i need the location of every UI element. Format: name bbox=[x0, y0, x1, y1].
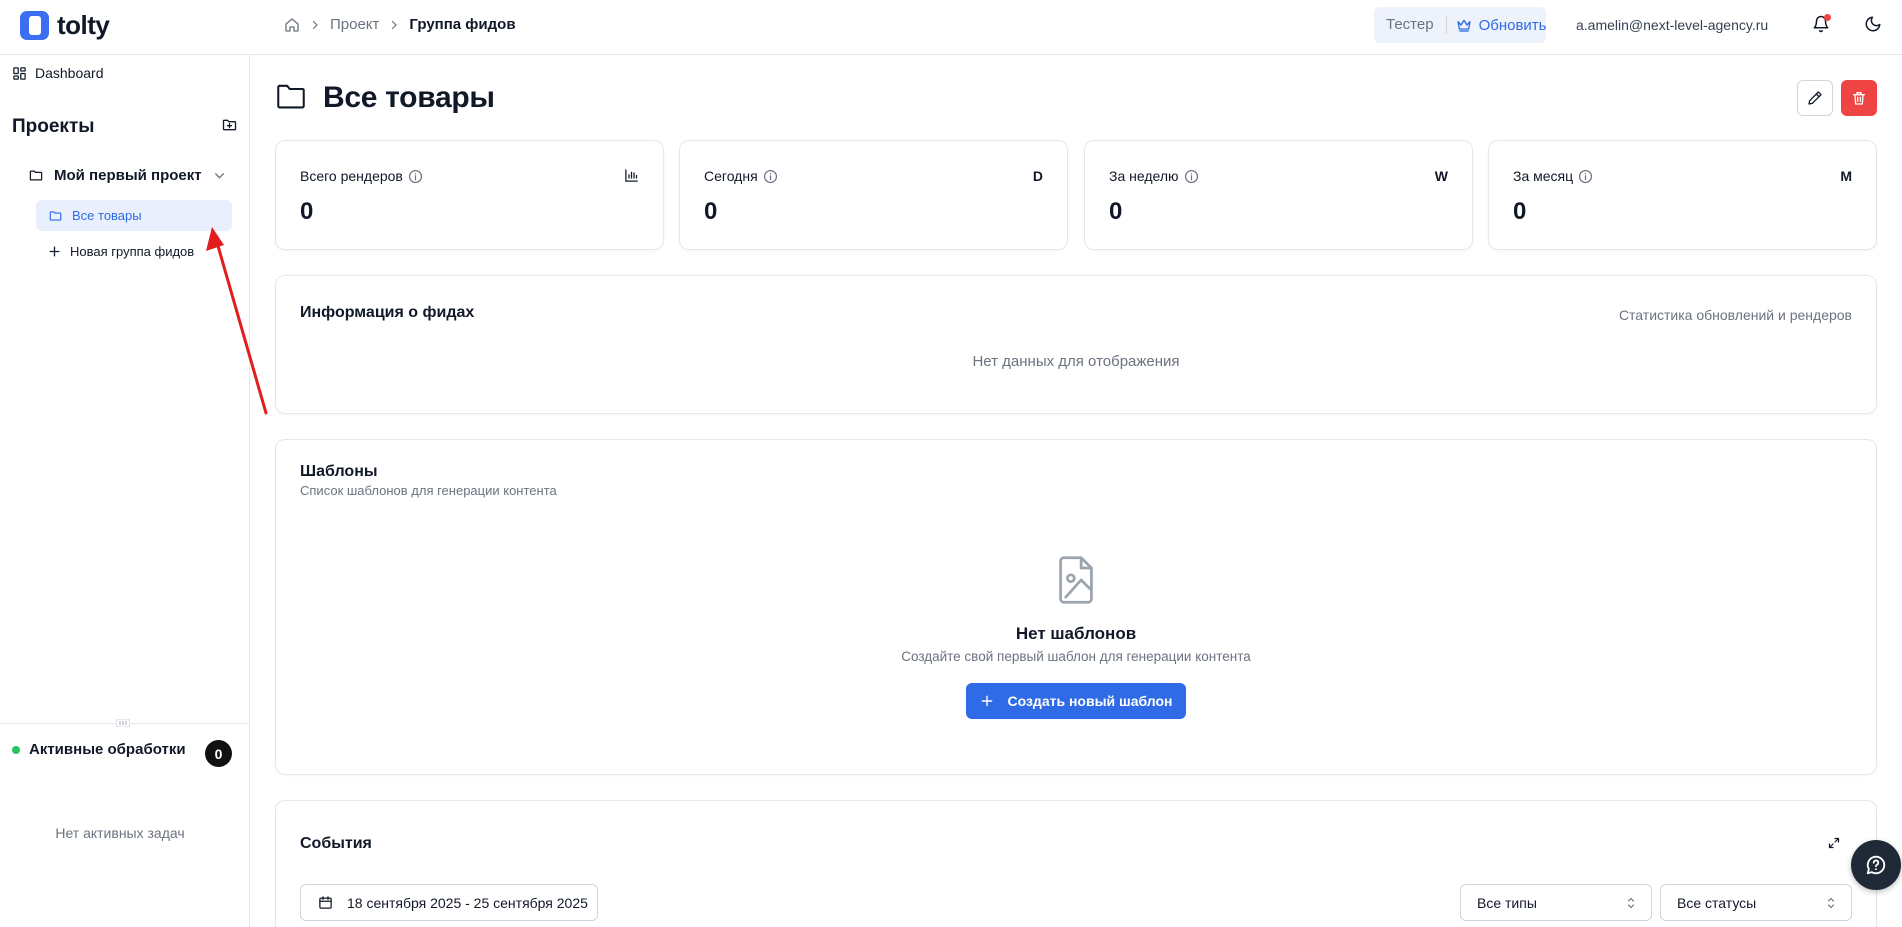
active-tasks-header: Активные обработки bbox=[12, 741, 186, 758]
chevron-right-icon bbox=[388, 19, 400, 31]
folder-icon bbox=[28, 168, 44, 183]
templates-card: Шаблоны Список шаблонов для генерации ко… bbox=[275, 439, 1877, 775]
period-badge: M bbox=[1840, 168, 1852, 184]
stat-value: 0 bbox=[1513, 198, 1527, 225]
chevrons-up-down-icon bbox=[1825, 896, 1837, 910]
templates-title: Шаблоны bbox=[300, 463, 378, 480]
chat-help-icon bbox=[1865, 854, 1887, 876]
templates-empty-title: Нет шаблонов bbox=[1015, 624, 1137, 643]
period-badge: W bbox=[1434, 168, 1448, 184]
sidebar-project[interactable]: Мой первый проект bbox=[28, 167, 226, 184]
pencil-icon bbox=[1807, 90, 1823, 106]
stat-card-today: Сегодня D 0 bbox=[679, 140, 1068, 250]
stat-label-text: За неделю bbox=[1109, 168, 1179, 184]
plus-icon bbox=[980, 694, 994, 708]
stat-label: Всего рендеров bbox=[300, 168, 423, 184]
chevron-down-icon[interactable] bbox=[213, 169, 226, 182]
trash-icon bbox=[1851, 90, 1867, 106]
user-email[interactable]: a.amelin@next-level-agency.ru bbox=[1576, 17, 1768, 33]
top-bar: tolty Проект Группа фидов Тестер Обновит… bbox=[0, 0, 1902, 55]
stat-label-text: Всего рендеров bbox=[300, 168, 403, 184]
events-card: События 18 сентября 2025 - 25 сентября 2… bbox=[275, 800, 1877, 927]
upgrade-button[interactable]: Обновить bbox=[1447, 16, 1547, 34]
home-icon[interactable] bbox=[284, 17, 300, 33]
status-filter-value: Все статусы bbox=[1677, 894, 1757, 911]
date-range-label: 18 сентября 2025 - 25 сентября 2025 bbox=[347, 894, 588, 911]
feeds-info-empty: Нет данных для отображения bbox=[972, 353, 1180, 370]
active-tasks-label: Активные обработки bbox=[29, 741, 186, 758]
stat-value: 0 bbox=[300, 198, 314, 225]
group-label: Все товары bbox=[72, 208, 142, 223]
folder-icon bbox=[48, 209, 63, 223]
stat-card-week: За неделю W 0 bbox=[1084, 140, 1473, 250]
info-icon[interactable] bbox=[1184, 169, 1199, 184]
create-template-button[interactable]: Создать новый шаблон bbox=[966, 683, 1186, 719]
dashboard-label: Dashboard bbox=[35, 65, 104, 81]
period-badge: D bbox=[1032, 168, 1043, 184]
no-tasks-label: Нет активных задач bbox=[55, 825, 185, 841]
type-filter-value: Все типы bbox=[1477, 894, 1537, 911]
resize-handle-icon[interactable] bbox=[116, 719, 130, 727]
projects-title: Проекты bbox=[12, 116, 95, 137]
app-name: tolty bbox=[57, 10, 110, 40]
expand-icon[interactable] bbox=[1828, 837, 1840, 849]
new-group-button[interactable]: Новая группа фидов bbox=[48, 244, 194, 259]
chevrons-up-down-icon bbox=[1625, 896, 1637, 910]
sidebar-item-dashboard[interactable]: Dashboard bbox=[12, 65, 104, 81]
plan-label: Тестер bbox=[1374, 16, 1447, 34]
feeds-info-title: Информация о фидах bbox=[300, 304, 475, 321]
stat-label: За неделю bbox=[1109, 168, 1199, 184]
stat-card-total: Всего рендеров 0 bbox=[275, 140, 664, 250]
notification-dot bbox=[1824, 14, 1831, 21]
info-icon[interactable] bbox=[1578, 169, 1593, 184]
info-icon[interactable] bbox=[408, 169, 423, 184]
active-tasks-count: 0 bbox=[205, 740, 232, 767]
app-logo[interactable]: tolty bbox=[20, 10, 110, 41]
folder-icon bbox=[275, 82, 307, 110]
breadcrumb: Проект Группа фидов bbox=[284, 16, 516, 33]
breadcrumb-current: Группа фидов bbox=[409, 16, 516, 33]
date-range-picker[interactable]: 18 сентября 2025 - 25 сентября 2025 bbox=[300, 884, 598, 921]
info-icon[interactable] bbox=[763, 169, 778, 184]
events-title: События bbox=[300, 835, 372, 852]
status-dot bbox=[12, 745, 20, 754]
calendar-icon bbox=[318, 895, 333, 910]
file-image-icon bbox=[1055, 556, 1097, 604]
stat-label: За месяц bbox=[1513, 168, 1593, 184]
upgrade-label: Обновить bbox=[1478, 16, 1547, 34]
folder-plus-icon[interactable] bbox=[221, 117, 238, 133]
chevron-right-icon bbox=[309, 19, 321, 31]
delete-button[interactable] bbox=[1841, 80, 1877, 116]
sidebar: Dashboard Проекты Мой первый проект Все … bbox=[0, 55, 250, 927]
breadcrumb-project[interactable]: Проект bbox=[330, 16, 379, 33]
help-chat-button[interactable] bbox=[1851, 840, 1901, 890]
stat-label: Сегодня bbox=[704, 168, 778, 184]
project-name: Мой первый проект bbox=[54, 167, 202, 184]
status-filter-select[interactable]: Все статусы bbox=[1660, 884, 1852, 921]
edit-button[interactable] bbox=[1797, 80, 1833, 116]
stat-card-month: За месяц M 0 bbox=[1488, 140, 1877, 250]
stat-value: 0 bbox=[1109, 198, 1123, 225]
feeds-info-card: Информация о фидах Статистика обновлений… bbox=[275, 275, 1877, 414]
plus-icon bbox=[48, 245, 61, 258]
stat-value: 0 bbox=[704, 198, 718, 225]
page-title: Все товары bbox=[323, 81, 495, 114]
new-group-label: Новая группа фидов bbox=[70, 244, 195, 259]
logo-icon bbox=[20, 11, 49, 40]
templates-description: Список шаблонов для генерации контента bbox=[300, 483, 557, 498]
stat-label-text: За месяц bbox=[1513, 168, 1574, 184]
type-filter-select[interactable]: Все типы bbox=[1460, 884, 1652, 921]
crown-icon bbox=[1456, 17, 1472, 33]
feeds-info-subtitle: Статистика обновлений и рендеров bbox=[1618, 307, 1852, 323]
stat-label-text: Сегодня bbox=[704, 168, 758, 184]
sidebar-group-all-products[interactable]: Все товары bbox=[36, 200, 232, 231]
moon-icon[interactable] bbox=[1864, 15, 1882, 33]
plan-box: Тестер Обновить bbox=[1374, 7, 1546, 43]
bar-chart-icon bbox=[624, 168, 639, 183]
templates-empty-description: Создайте свой первый шаблон для генераци… bbox=[901, 649, 1251, 664]
create-template-label: Создать новый шаблон bbox=[1007, 693, 1173, 709]
dashboard-icon bbox=[12, 66, 27, 81]
